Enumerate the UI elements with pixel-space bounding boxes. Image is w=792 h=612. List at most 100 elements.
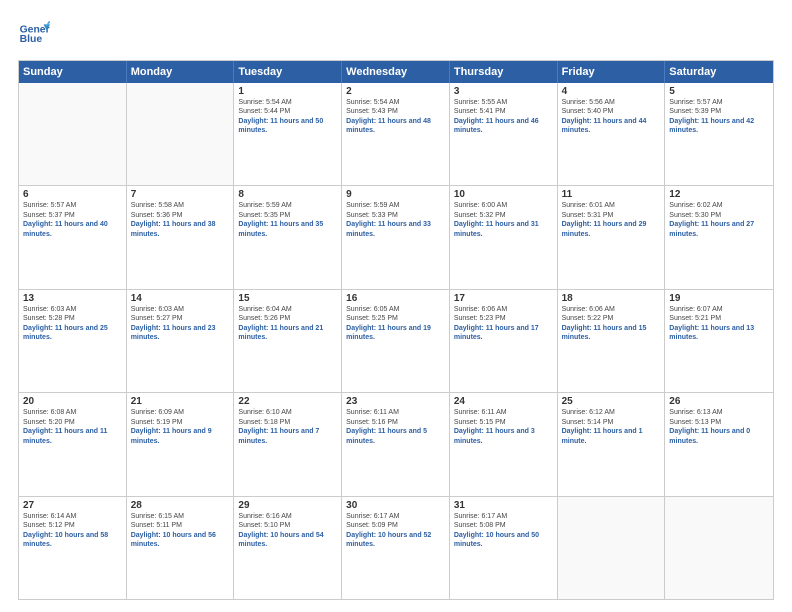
day-cell-21: 21Sunrise: 6:09 AMSunset: 5:19 PMDayligh… (127, 393, 235, 495)
day-cell-15: 15Sunrise: 6:04 AMSunset: 5:26 PMDayligh… (234, 290, 342, 392)
day-number: 11 (562, 189, 661, 200)
day-cell-22: 22Sunrise: 6:10 AMSunset: 5:18 PMDayligh… (234, 393, 342, 495)
day-info: Sunrise: 6:14 AMSunset: 5:12 PMDaylight:… (23, 512, 122, 550)
day-number: 10 (454, 189, 553, 200)
calendar-page: General Blue SundayMondayTuesdayWednesda… (0, 0, 792, 612)
day-info: Sunrise: 6:09 AMSunset: 5:19 PMDaylight:… (131, 408, 230, 446)
day-info: Sunrise: 5:59 AMSunset: 5:33 PMDaylight:… (346, 201, 445, 239)
day-info: Sunrise: 6:13 AMSunset: 5:13 PMDaylight:… (669, 408, 769, 446)
day-info: Sunrise: 5:54 AMSunset: 5:43 PMDaylight:… (346, 98, 445, 136)
calendar-week-1: 1Sunrise: 5:54 AMSunset: 5:44 PMDaylight… (19, 83, 773, 185)
day-info: Sunrise: 6:08 AMSunset: 5:20 PMDaylight:… (23, 408, 122, 446)
day-header-saturday: Saturday (665, 61, 773, 83)
day-cell-2: 2Sunrise: 5:54 AMSunset: 5:43 PMDaylight… (342, 83, 450, 185)
svg-text:Blue: Blue (20, 34, 43, 45)
day-number: 14 (131, 293, 230, 304)
day-info: Sunrise: 6:12 AMSunset: 5:14 PMDaylight:… (562, 408, 661, 446)
day-number: 31 (454, 500, 553, 511)
day-info: Sunrise: 6:02 AMSunset: 5:30 PMDaylight:… (669, 201, 769, 239)
logo-icon: General Blue (18, 18, 50, 50)
day-number: 16 (346, 293, 445, 304)
day-cell-8: 8Sunrise: 5:59 AMSunset: 5:35 PMDaylight… (234, 186, 342, 288)
day-number: 21 (131, 396, 230, 407)
empty-cell (19, 83, 127, 185)
day-number: 24 (454, 396, 553, 407)
day-cell-7: 7Sunrise: 5:58 AMSunset: 5:36 PMDaylight… (127, 186, 235, 288)
day-number: 5 (669, 86, 769, 97)
day-cell-12: 12Sunrise: 6:02 AMSunset: 5:30 PMDayligh… (665, 186, 773, 288)
day-info: Sunrise: 6:11 AMSunset: 5:15 PMDaylight:… (454, 408, 553, 446)
day-cell-5: 5Sunrise: 5:57 AMSunset: 5:39 PMDaylight… (665, 83, 773, 185)
day-cell-3: 3Sunrise: 5:55 AMSunset: 5:41 PMDaylight… (450, 83, 558, 185)
day-number: 26 (669, 396, 769, 407)
day-info: Sunrise: 5:57 AMSunset: 5:37 PMDaylight:… (23, 201, 122, 239)
day-cell-27: 27Sunrise: 6:14 AMSunset: 5:12 PMDayligh… (19, 497, 127, 599)
day-cell-29: 29Sunrise: 6:16 AMSunset: 5:10 PMDayligh… (234, 497, 342, 599)
day-number: 28 (131, 500, 230, 511)
calendar-body: 1Sunrise: 5:54 AMSunset: 5:44 PMDaylight… (19, 83, 773, 599)
day-cell-18: 18Sunrise: 6:06 AMSunset: 5:22 PMDayligh… (558, 290, 666, 392)
calendar-week-4: 20Sunrise: 6:08 AMSunset: 5:20 PMDayligh… (19, 392, 773, 495)
day-cell-23: 23Sunrise: 6:11 AMSunset: 5:16 PMDayligh… (342, 393, 450, 495)
day-number: 9 (346, 189, 445, 200)
day-info: Sunrise: 6:07 AMSunset: 5:21 PMDaylight:… (669, 305, 769, 343)
day-number: 4 (562, 86, 661, 97)
day-number: 2 (346, 86, 445, 97)
day-cell-11: 11Sunrise: 6:01 AMSunset: 5:31 PMDayligh… (558, 186, 666, 288)
day-info: Sunrise: 5:59 AMSunset: 5:35 PMDaylight:… (238, 201, 337, 239)
day-cell-9: 9Sunrise: 5:59 AMSunset: 5:33 PMDaylight… (342, 186, 450, 288)
day-number: 15 (238, 293, 337, 304)
day-number: 19 (669, 293, 769, 304)
day-cell-16: 16Sunrise: 6:05 AMSunset: 5:25 PMDayligh… (342, 290, 450, 392)
day-number: 23 (346, 396, 445, 407)
calendar-week-2: 6Sunrise: 5:57 AMSunset: 5:37 PMDaylight… (19, 185, 773, 288)
day-number: 7 (131, 189, 230, 200)
day-cell-30: 30Sunrise: 6:17 AMSunset: 5:09 PMDayligh… (342, 497, 450, 599)
day-cell-19: 19Sunrise: 6:07 AMSunset: 5:21 PMDayligh… (665, 290, 773, 392)
day-number: 20 (23, 396, 122, 407)
day-number: 30 (346, 500, 445, 511)
day-info: Sunrise: 6:03 AMSunset: 5:28 PMDaylight:… (23, 305, 122, 343)
day-info: Sunrise: 6:06 AMSunset: 5:23 PMDaylight:… (454, 305, 553, 343)
day-number: 12 (669, 189, 769, 200)
day-cell-4: 4Sunrise: 5:56 AMSunset: 5:40 PMDaylight… (558, 83, 666, 185)
day-cell-26: 26Sunrise: 6:13 AMSunset: 5:13 PMDayligh… (665, 393, 773, 495)
day-cell-20: 20Sunrise: 6:08 AMSunset: 5:20 PMDayligh… (19, 393, 127, 495)
day-cell-31: 31Sunrise: 6:17 AMSunset: 5:08 PMDayligh… (450, 497, 558, 599)
day-cell-17: 17Sunrise: 6:06 AMSunset: 5:23 PMDayligh… (450, 290, 558, 392)
calendar-week-3: 13Sunrise: 6:03 AMSunset: 5:28 PMDayligh… (19, 289, 773, 392)
day-cell-1: 1Sunrise: 5:54 AMSunset: 5:44 PMDaylight… (234, 83, 342, 185)
day-header-sunday: Sunday (19, 61, 127, 83)
day-number: 1 (238, 86, 337, 97)
day-info: Sunrise: 6:16 AMSunset: 5:10 PMDaylight:… (238, 512, 337, 550)
day-number: 3 (454, 86, 553, 97)
day-cell-25: 25Sunrise: 6:12 AMSunset: 5:14 PMDayligh… (558, 393, 666, 495)
day-cell-24: 24Sunrise: 6:11 AMSunset: 5:15 PMDayligh… (450, 393, 558, 495)
day-header-friday: Friday (558, 61, 666, 83)
day-header-wednesday: Wednesday (342, 61, 450, 83)
day-info: Sunrise: 6:01 AMSunset: 5:31 PMDaylight:… (562, 201, 661, 239)
day-info: Sunrise: 6:10 AMSunset: 5:18 PMDaylight:… (238, 408, 337, 446)
calendar-week-5: 27Sunrise: 6:14 AMSunset: 5:12 PMDayligh… (19, 496, 773, 599)
calendar-header: SundayMondayTuesdayWednesdayThursdayFrid… (19, 61, 773, 83)
day-cell-28: 28Sunrise: 6:15 AMSunset: 5:11 PMDayligh… (127, 497, 235, 599)
day-info: Sunrise: 6:17 AMSunset: 5:08 PMDaylight:… (454, 512, 553, 550)
day-header-thursday: Thursday (450, 61, 558, 83)
empty-cell (665, 497, 773, 599)
day-info: Sunrise: 6:06 AMSunset: 5:22 PMDaylight:… (562, 305, 661, 343)
calendar: SundayMondayTuesdayWednesdayThursdayFrid… (18, 60, 774, 600)
day-cell-14: 14Sunrise: 6:03 AMSunset: 5:27 PMDayligh… (127, 290, 235, 392)
day-info: Sunrise: 6:11 AMSunset: 5:16 PMDaylight:… (346, 408, 445, 446)
day-number: 25 (562, 396, 661, 407)
day-info: Sunrise: 6:15 AMSunset: 5:11 PMDaylight:… (131, 512, 230, 550)
day-number: 29 (238, 500, 337, 511)
day-header-tuesday: Tuesday (234, 61, 342, 83)
day-info: Sunrise: 5:57 AMSunset: 5:39 PMDaylight:… (669, 98, 769, 136)
day-number: 18 (562, 293, 661, 304)
header: General Blue (18, 18, 774, 50)
day-info: Sunrise: 6:17 AMSunset: 5:09 PMDaylight:… (346, 512, 445, 550)
logo: General Blue (18, 18, 50, 50)
day-info: Sunrise: 6:05 AMSunset: 5:25 PMDaylight:… (346, 305, 445, 343)
day-number: 22 (238, 396, 337, 407)
day-info: Sunrise: 6:04 AMSunset: 5:26 PMDaylight:… (238, 305, 337, 343)
